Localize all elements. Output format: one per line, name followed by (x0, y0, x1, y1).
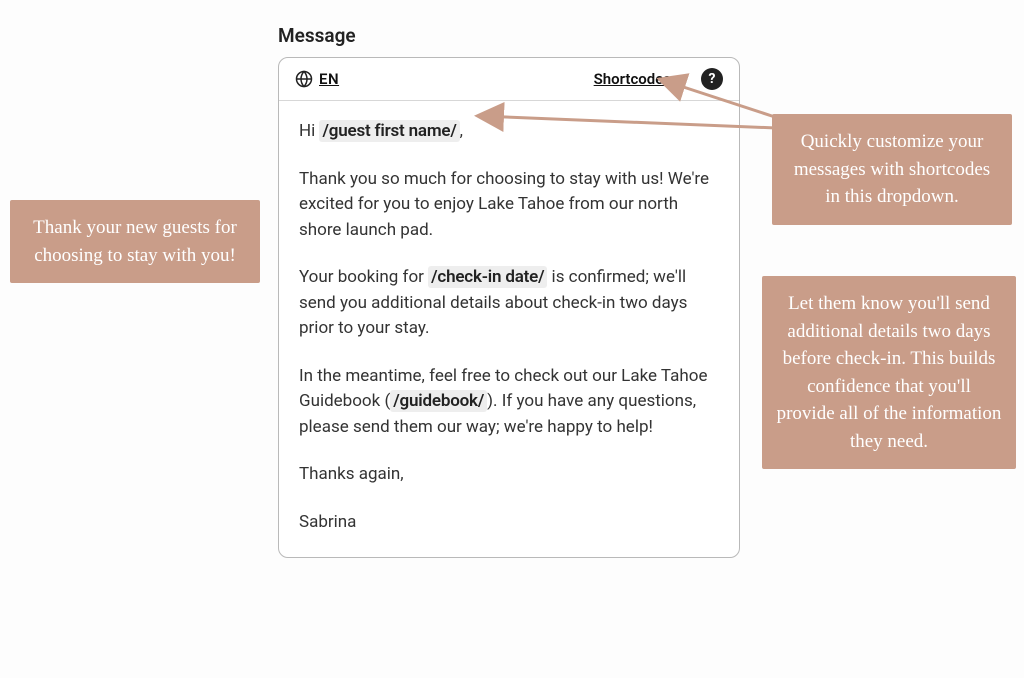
closing-line: Thanks again, (299, 462, 719, 488)
callout-details: Let them know you'll send additional det… (762, 276, 1016, 469)
message-textarea[interactable]: Hi /guest first name/, Thank you so much… (279, 101, 739, 557)
callout-shortcodes: Quickly customize your messages with sho… (772, 114, 1012, 225)
message-box: EN Shortcodes ? Hi /guest first name/, (278, 57, 740, 558)
language-button[interactable]: EN (295, 70, 339, 88)
greeting-prefix: Hi (299, 121, 319, 141)
callout-thank-guests: Thank your new guests for choosing to st… (10, 200, 260, 283)
shortcode-guidebook[interactable]: /guidebook/ (390, 390, 487, 412)
greeting-suffix: , (460, 121, 463, 141)
paragraph-thankyou: Thank you so much for choosing to stay w… (299, 167, 719, 244)
message-toolbar: EN Shortcodes ? (279, 58, 739, 101)
shortcodes-dropdown[interactable]: Shortcodes (594, 70, 691, 88)
message-title: Message (278, 24, 740, 47)
p2-a: Your booking for (299, 267, 428, 287)
paragraph-guidebook: In the meantime, feel free to check out … (299, 364, 719, 441)
shortcode-guest-first-name[interactable]: /guest first name/ (319, 120, 459, 142)
shortcode-checkin-date[interactable]: /check-in date/ (428, 266, 547, 288)
paragraph-booking: Your booking for /check-in date/ is conf… (299, 265, 719, 342)
shortcodes-label: Shortcodes (594, 70, 671, 88)
language-code: EN (319, 70, 339, 88)
help-icon[interactable]: ? (701, 68, 723, 90)
signature-line: Sabrina (299, 510, 719, 536)
greeting-line: Hi /guest first name/, (299, 119, 719, 145)
globe-icon (295, 70, 313, 88)
chevron-down-icon (677, 72, 691, 86)
